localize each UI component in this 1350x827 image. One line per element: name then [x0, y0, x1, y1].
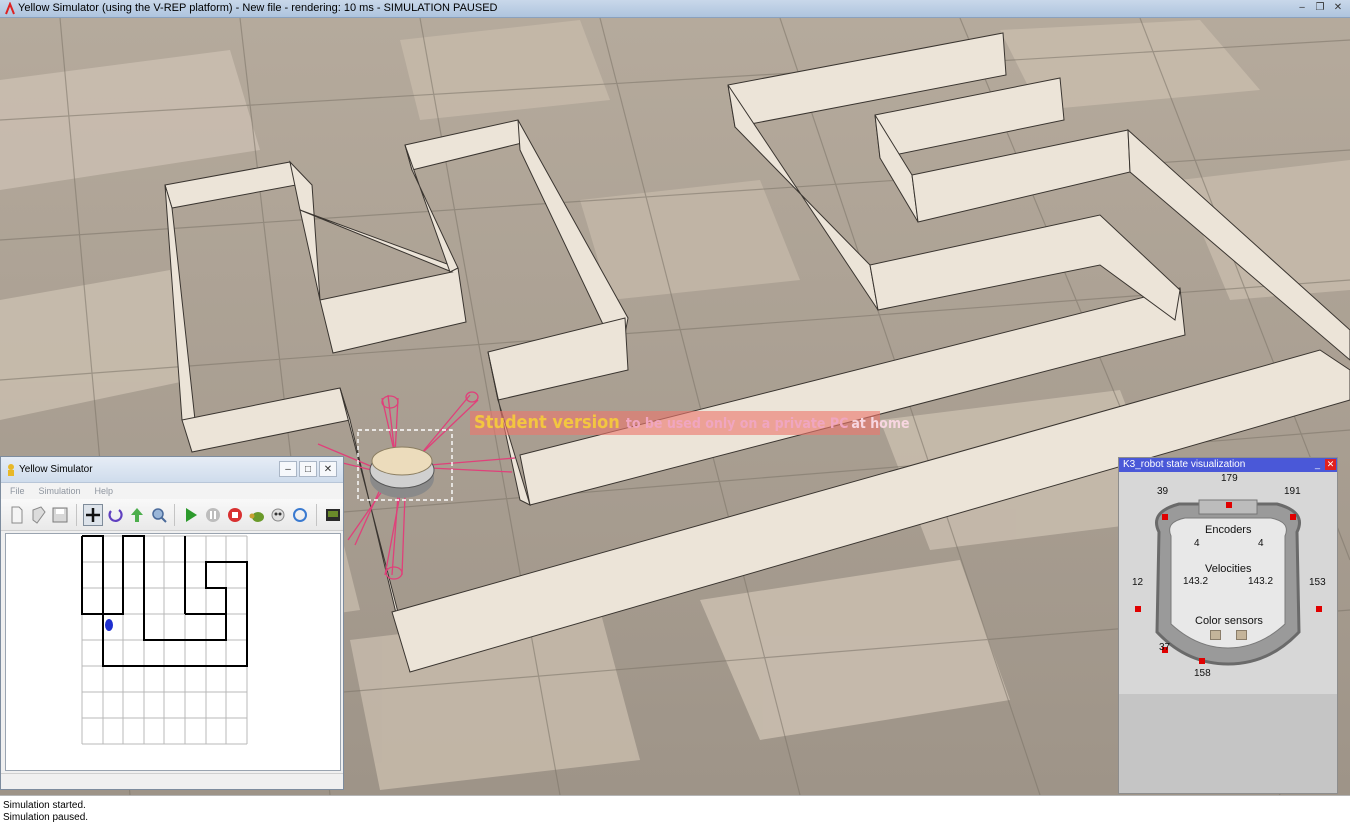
save-icon[interactable]	[51, 504, 71, 526]
encoder-right-value: 4	[1258, 538, 1264, 549]
rotate-icon[interactable]	[105, 504, 125, 526]
window-title: Yellow Simulator (using the V-REP platfo…	[18, 2, 498, 14]
k3-robot-state-window[interactable]: K3_robot state visualization _ ✕ 179 39 …	[1118, 457, 1338, 794]
yellow-simulator-title-bar[interactable]: Yellow Simulator ‒ □ ✕	[1, 457, 343, 483]
play-icon[interactable]	[181, 504, 201, 526]
sensor-left-dot	[1135, 606, 1141, 612]
sensor-bottom-left-value: 37	[1159, 642, 1171, 653]
ys-toolbar	[1, 499, 343, 531]
sensor-top-value: 179	[1221, 473, 1238, 484]
ys-maximize-button[interactable]: □	[299, 461, 317, 477]
reset-icon[interactable]	[290, 504, 310, 526]
stop-icon[interactable]	[225, 504, 245, 526]
status-line-2: Simulation paused.	[3, 812, 89, 823]
velocity-right-value: 143.2	[1248, 576, 1274, 587]
status-line-1: Simulation started.	[3, 800, 86, 811]
sensor-right-dot	[1316, 606, 1322, 612]
new-file-icon[interactable]	[7, 504, 27, 526]
watermark-part2: to be used only on a private PC	[625, 416, 849, 432]
menu-file[interactable]: File	[10, 483, 25, 499]
velocity-left-value: 143.2	[1183, 576, 1209, 587]
minimize-button[interactable]: ‒	[1294, 1, 1310, 15]
open-file-icon[interactable]	[29, 504, 49, 526]
map-robot-marker	[105, 619, 113, 631]
main-title-bar: Yellow Simulator (using the V-REP platfo…	[0, 0, 1350, 18]
student-version-watermark: Student version to be used only on a priv…	[470, 411, 910, 435]
encoders-label: Encoders	[1205, 524, 1252, 536]
color-sensor-left-swatch	[1210, 630, 1221, 640]
ys-close-button[interactable]: ✕	[319, 461, 337, 477]
watermark-part1: Student version	[474, 412, 620, 433]
velocities-label: Velocities	[1205, 563, 1252, 575]
k3-visualization-panel: 179 39 191 12 153 37 158 Encoders 4 4 Ve…	[1119, 472, 1337, 694]
zoom-icon[interactable]	[149, 504, 169, 526]
k3-close-button[interactable]: ✕	[1325, 459, 1336, 470]
yellow-simulator-title: Yellow Simulator	[19, 464, 93, 475]
sensor-top-left-value: 39	[1157, 486, 1169, 497]
menu-help[interactable]: Help	[95, 483, 114, 499]
k3-title: K3_robot state visualization	[1123, 459, 1246, 470]
sensor-top-right-dot	[1290, 514, 1296, 520]
watermark-part3: at home	[851, 416, 910, 432]
app-icon	[5, 2, 15, 15]
move-icon[interactable]	[83, 503, 104, 526]
sensor-bottom-value: 158	[1194, 668, 1211, 679]
sensor-left-value: 12	[1132, 577, 1144, 588]
k3-empty-area	[1119, 694, 1337, 793]
terminal-icon[interactable]	[323, 504, 343, 526]
sensor-top-dot	[1226, 502, 1232, 508]
ys-menu-bar: File Simulation Help	[1, 483, 343, 499]
sensor-bottom-dot	[1199, 658, 1205, 664]
up-icon[interactable]	[127, 504, 147, 526]
status-log: Simulation started. Simulation paused.	[0, 795, 1350, 827]
close-button[interactable]: ✕	[1330, 1, 1346, 15]
yellow-simulator-window[interactable]: Yellow Simulator ‒ □ ✕ File Simulation H…	[0, 456, 344, 790]
color-sensors-label: Color sensors	[1195, 615, 1263, 627]
maze-map-canvas[interactable]	[5, 533, 341, 771]
pause-icon[interactable]	[203, 504, 223, 526]
ys-minimize-button[interactable]: ‒	[279, 461, 297, 477]
k3-title-bar[interactable]: K3_robot state visualization _ ✕	[1119, 458, 1337, 472]
sensor-right-value: 153	[1309, 577, 1326, 588]
maze-map	[81, 535, 248, 745]
sensor-top-right-value: 191	[1284, 486, 1301, 497]
fast-icon[interactable]	[269, 504, 289, 526]
yellow-sim-icon	[8, 464, 14, 476]
sensor-top-left-dot	[1162, 514, 1168, 520]
ys-status-bar	[1, 773, 343, 789]
menu-simulation[interactable]: Simulation	[39, 483, 81, 499]
restore-button[interactable]: ❐	[1312, 1, 1328, 15]
k3-minimize-button[interactable]: _	[1312, 459, 1323, 470]
color-sensor-right-swatch	[1236, 630, 1247, 640]
slow-icon[interactable]	[247, 504, 267, 526]
encoder-left-value: 4	[1194, 538, 1200, 549]
